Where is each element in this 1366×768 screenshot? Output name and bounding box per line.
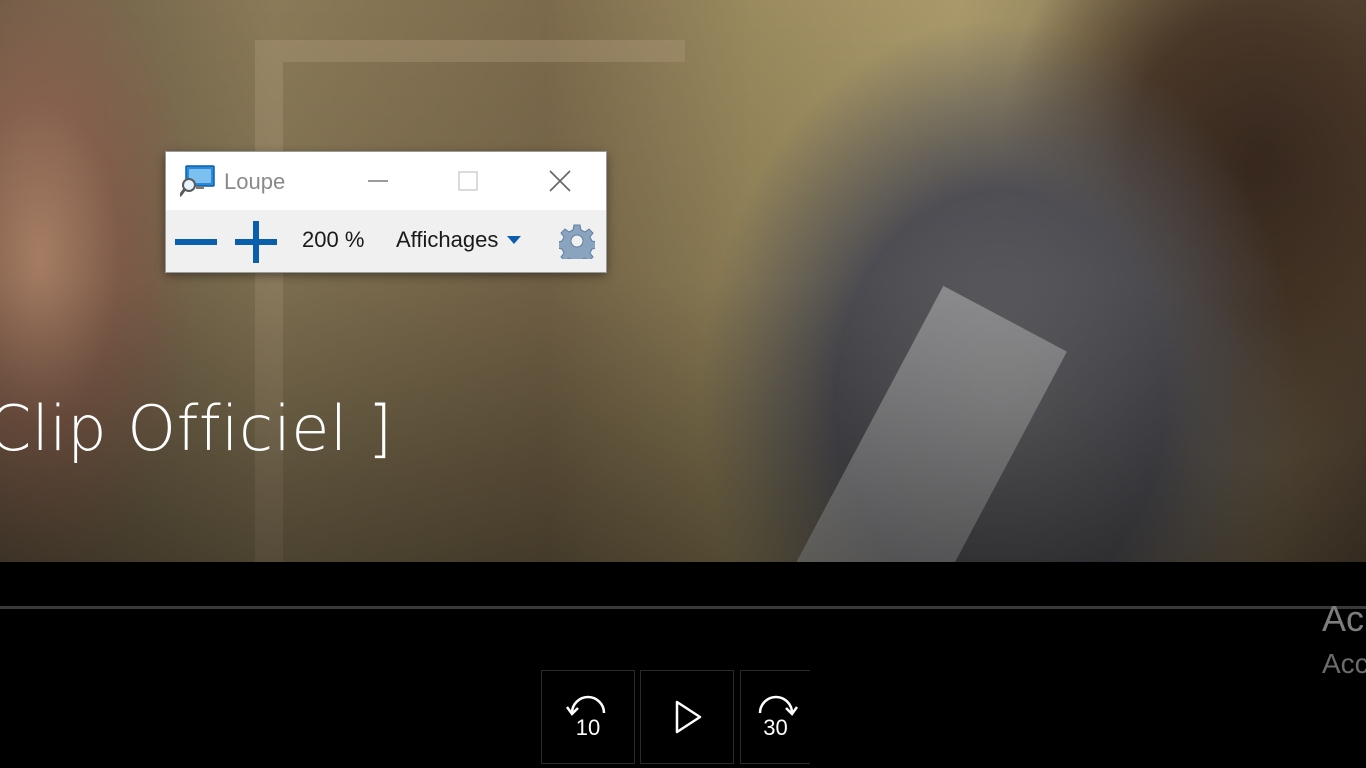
seek-bar[interactable] <box>0 606 1366 609</box>
side-panel-title: Ac <box>1322 598 1365 639</box>
gear-icon <box>559 224 595 259</box>
minus-icon <box>175 239 217 245</box>
play-icon <box>675 700 702 734</box>
plus-icon <box>235 221 277 263</box>
forward-30-icon: 30 <box>752 693 800 741</box>
play-button[interactable] <box>640 670 734 764</box>
side-panel-subtitle: Acc <box>1322 648 1366 679</box>
rewind-seconds-label: 10 <box>575 715 601 740</box>
zoom-out-button[interactable] <box>174 220 218 264</box>
maximize-button[interactable] <box>438 152 498 210</box>
zoom-level-readout: 200 % <box>302 227 365 252</box>
close-button[interactable] <box>530 152 590 210</box>
minimize-button[interactable] <box>348 152 408 210</box>
magnifier-window: Loupe 200 % Affichages <box>166 152 606 272</box>
caret-down-icon <box>507 236 522 244</box>
video-frame[interactable]: Clip Officiel ] <box>0 0 1366 562</box>
video-title-overlay: Clip Officiel ] <box>0 392 393 465</box>
forward-30-button[interactable]: 30 <box>740 670 810 764</box>
magnifier-toolbar: 200 % Affichages <box>166 210 606 272</box>
magnifier-app-icon <box>179 165 216 197</box>
close-icon <box>549 170 571 192</box>
player-controls: Ac Acc 10 30 <box>0 562 1366 768</box>
video-background-detail <box>255 40 685 562</box>
window-title: Loupe <box>224 169 286 194</box>
maximize-icon <box>458 171 478 191</box>
settings-button[interactable] <box>558 222 596 260</box>
views-dropdown[interactable]: Affichages <box>396 224 522 256</box>
views-label: Affichages <box>396 227 499 252</box>
forward-seconds-label: 30 <box>763 715 788 740</box>
minimize-icon <box>368 180 388 182</box>
magnifier-titlebar[interactable]: Loupe <box>166 152 606 210</box>
video-background-detail <box>793 285 1067 562</box>
rewind-10-icon: 10 <box>564 693 612 741</box>
rewind-10-button[interactable]: 10 <box>541 670 635 764</box>
zoom-in-button[interactable] <box>234 220 278 264</box>
